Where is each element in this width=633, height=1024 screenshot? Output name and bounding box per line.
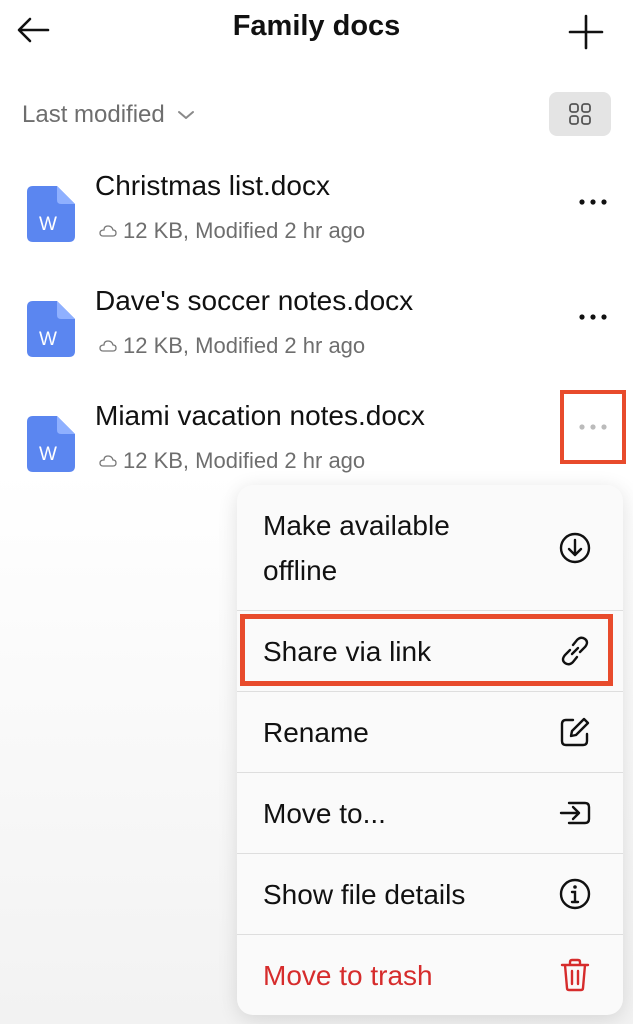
move-icon (559, 801, 591, 825)
word-doc-icon: W (27, 186, 75, 242)
edit-icon (560, 717, 590, 747)
menu-item-label: Show file details (263, 879, 466, 910)
menu-item-rename[interactable]: Rename (237, 692, 623, 773)
ellipsis-icon (579, 424, 607, 430)
info-icon (559, 878, 591, 910)
top-bar: Family docs (0, 0, 633, 60)
menu-item-label: Move to trash (263, 960, 433, 991)
sort-dropdown[interactable]: Last modified (22, 98, 195, 132)
file-name: Miami vacation notes.docx (95, 400, 425, 431)
page-title: Family docs (232, 10, 401, 42)
menu-item-label: Make available (263, 510, 450, 541)
menu-item-label: Move to... (263, 798, 386, 829)
grid-icon (569, 103, 591, 125)
cloud-icon (99, 340, 117, 352)
more-options-button[interactable] (562, 180, 624, 224)
word-doc-icon: W (27, 416, 75, 472)
ellipsis-icon (579, 199, 607, 205)
list-item[interactable]: W Dave's soccer notes.docx 12 KB, Modifi… (0, 285, 633, 385)
more-options-button[interactable] (560, 390, 626, 464)
file-meta: 12 KB, Modified 2 hr ago (99, 218, 365, 244)
svg-text:W: W (39, 444, 57, 465)
file-meta: 12 KB, Modified 2 hr ago (99, 333, 365, 359)
menu-item-label: offline (263, 555, 338, 586)
cloud-icon (99, 225, 117, 237)
file-name: Dave's soccer notes.docx (95, 285, 414, 316)
file-name: Christmas list.docx (95, 170, 330, 201)
more-options-button[interactable] (562, 295, 624, 339)
menu-item-move-to-trash[interactable]: Move to trash (237, 935, 623, 1015)
menu-item-make-offline[interactable]: Make available offline (237, 485, 623, 611)
ellipsis-icon (579, 314, 607, 320)
sort-label: Last modified (22, 101, 165, 128)
menu-item-move-to[interactable]: Move to... (237, 773, 623, 854)
svg-text:W: W (39, 329, 57, 350)
highlight-box (240, 614, 613, 686)
grid-view-button[interactable] (549, 92, 611, 136)
file-meta: 12 KB, Modified 2 hr ago (99, 448, 365, 474)
menu-item-show-file-details[interactable]: Show file details (237, 854, 623, 935)
plus-icon (568, 14, 604, 50)
menu-item-label: Rename (263, 717, 369, 748)
chevron-down-icon (177, 111, 194, 119)
word-doc-icon: W (27, 301, 75, 357)
svg-text:W: W (39, 214, 57, 235)
download-circle-icon (559, 532, 591, 564)
list-item[interactable]: W Christmas list.docx 12 KB, Modified 2 … (0, 170, 633, 270)
add-button[interactable] (566, 12, 606, 52)
trash-icon (560, 958, 590, 992)
cloud-icon (99, 455, 117, 467)
context-menu: Make available offline Share via link Re… (237, 485, 623, 1015)
